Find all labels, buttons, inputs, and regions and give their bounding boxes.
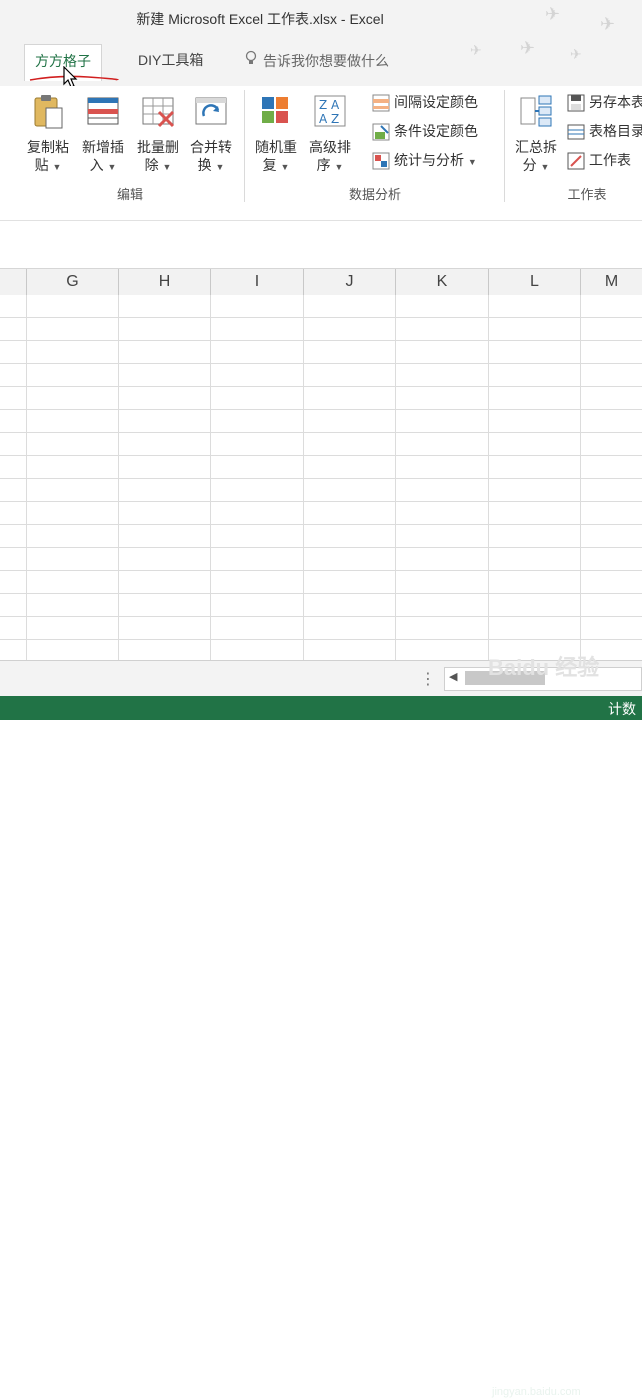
column-header-j[interactable]: J	[304, 269, 396, 295]
title-bar: 新建 Microsoft Excel 工作表.xlsx - Excel ✈ ✈	[0, 0, 642, 38]
interval-color-icon	[372, 94, 390, 112]
copy-paste-label-2: 贴	[34, 157, 49, 173]
tab-diy-toolbox[interactable]: DIY工具箱	[128, 44, 213, 76]
random-repeat-label-2: 复	[262, 157, 277, 173]
column-header-i[interactable]: I	[211, 269, 304, 295]
group-divider	[504, 90, 505, 202]
svg-text:A Z: A Z	[319, 112, 339, 126]
tell-me-text: 告诉我你想要做什么	[263, 53, 389, 69]
copy-paste-label: 复制粘	[27, 139, 69, 155]
condition-color-label: 条件设定颜色	[394, 123, 478, 139]
decor-plane-icon: ✈	[600, 14, 616, 34]
summary-split-button[interactable]: 汇总拆 分 ▼	[510, 92, 562, 176]
lightbulb-icon	[245, 50, 257, 69]
condition-color-button[interactable]: 条件设定颜色	[372, 119, 478, 143]
scroll-left-icon[interactable]: ◀	[449, 670, 457, 683]
batch-delete-button[interactable]: 批量删 除 ▼	[132, 92, 184, 176]
worksheet-grid[interactable]	[0, 295, 642, 660]
merge-convert-label: 合并转	[190, 139, 232, 155]
column-header-g[interactable]: G	[27, 269, 119, 295]
advanced-sort-label: 高级排	[309, 139, 351, 155]
copy-paste-button[interactable]: 复制粘 贴 ▼	[22, 92, 74, 176]
worksheet-label: 工作表	[589, 152, 631, 168]
status-count: 计数	[608, 701, 636, 717]
chevron-down-icon: ▼	[52, 162, 62, 172]
decor-plane-icon: ✈	[570, 46, 582, 62]
group-divider	[244, 90, 245, 202]
decor-plane-icon: ✈	[520, 38, 536, 58]
svg-text:Z A: Z A	[319, 98, 340, 112]
summary-split-icon	[520, 95, 552, 127]
decor-plane-icon: ✈	[470, 42, 482, 58]
stats-icon	[372, 152, 390, 170]
batch-delete-label: 批量删	[137, 139, 179, 155]
summary-split-label-2: 分	[522, 157, 537, 173]
chevron-down-icon: ▼	[334, 162, 344, 172]
insert-label: 新增插	[82, 139, 124, 155]
interval-color-button[interactable]: 间隔设定颜色	[372, 90, 478, 114]
table-dir-label: 表格目录	[589, 123, 642, 139]
group-label-sheet: 工作表	[567, 187, 607, 202]
chevron-down-icon: ▼	[540, 162, 550, 172]
window-title: 新建 Microsoft Excel 工作表.xlsx - Excel	[136, 11, 384, 27]
random-repeat-label: 随机重	[255, 139, 297, 155]
batch-delete-label-2: 除	[144, 157, 159, 173]
worksheet-button[interactable]: 工作表	[567, 148, 631, 172]
ribbon-panel: 复制粘 贴 ▼ 新增插 入 ▼ 批量删 除 ▼ 合并转 换 ▼ 编辑 随机重 复…	[0, 86, 642, 209]
tell-me-search[interactable]: 告诉我你想要做什么	[245, 50, 389, 71]
column-header-h[interactable]: H	[119, 269, 211, 295]
status-bar: jingyan.baidu.com 计数	[0, 696, 642, 1398]
column-header-k[interactable]: K	[396, 269, 489, 295]
advanced-sort-button[interactable]: Z A A Z 高级排 序 ▼	[304, 92, 356, 176]
interval-color-label: 间隔设定颜色	[394, 94, 478, 110]
delete-grid-icon	[142, 97, 175, 128]
group-label-analysis: 数据分析	[348, 187, 401, 202]
decor-plane-icon: ✈	[545, 4, 561, 24]
chevron-down-icon: ▼	[467, 157, 477, 167]
summary-split-label: 汇总拆	[515, 139, 557, 155]
chevron-down-icon: ▼	[280, 162, 290, 172]
column-header-l[interactable]: L	[489, 269, 581, 295]
stats-label: 统计与分析	[394, 152, 464, 168]
sort-az-icon: Z A A Z	[314, 95, 346, 127]
condition-color-icon	[372, 123, 390, 141]
table-list-icon	[567, 124, 585, 140]
insert-rows-icon	[87, 97, 119, 125]
more-options-icon[interactable]: ⋮	[420, 669, 436, 689]
chevron-down-icon: ▼	[162, 162, 172, 172]
random-repeat-button[interactable]: 随机重 复 ▼	[250, 92, 302, 176]
watermark-url: jingyan.baidu.com	[492, 1386, 581, 1398]
chevron-down-icon: ▼	[107, 162, 117, 172]
random-blocks-icon	[262, 97, 288, 123]
save-disk-icon	[567, 94, 585, 112]
insert-label-2: 入	[89, 157, 104, 173]
save-as-label: 另存本表	[589, 94, 642, 110]
column-header-m[interactable]: M	[581, 269, 642, 295]
convert-icon	[195, 97, 227, 125]
merge-convert-button[interactable]: 合并转 换 ▼	[185, 92, 237, 176]
stats-analysis-button[interactable]: 统计与分析 ▼	[372, 148, 477, 172]
watermark-brand: Baidu 经验	[488, 655, 600, 680]
merge-convert-label-2: 换	[197, 157, 212, 173]
advanced-sort-label-2: 序	[316, 157, 331, 173]
column-headers: G H I J K L M	[0, 268, 642, 296]
insert-button[interactable]: 新增插 入 ▼	[77, 92, 129, 176]
group-label-edit: 编辑	[116, 187, 143, 202]
worksheet-icon	[567, 152, 585, 170]
save-as-sheet-button[interactable]: 另存本表	[567, 90, 642, 114]
clipboard-icon	[34, 95, 63, 129]
chevron-down-icon: ▼	[215, 162, 225, 172]
table-directory-button[interactable]: 表格目录	[567, 119, 642, 143]
column-header-partial[interactable]	[0, 269, 27, 295]
formula-area	[0, 208, 642, 268]
